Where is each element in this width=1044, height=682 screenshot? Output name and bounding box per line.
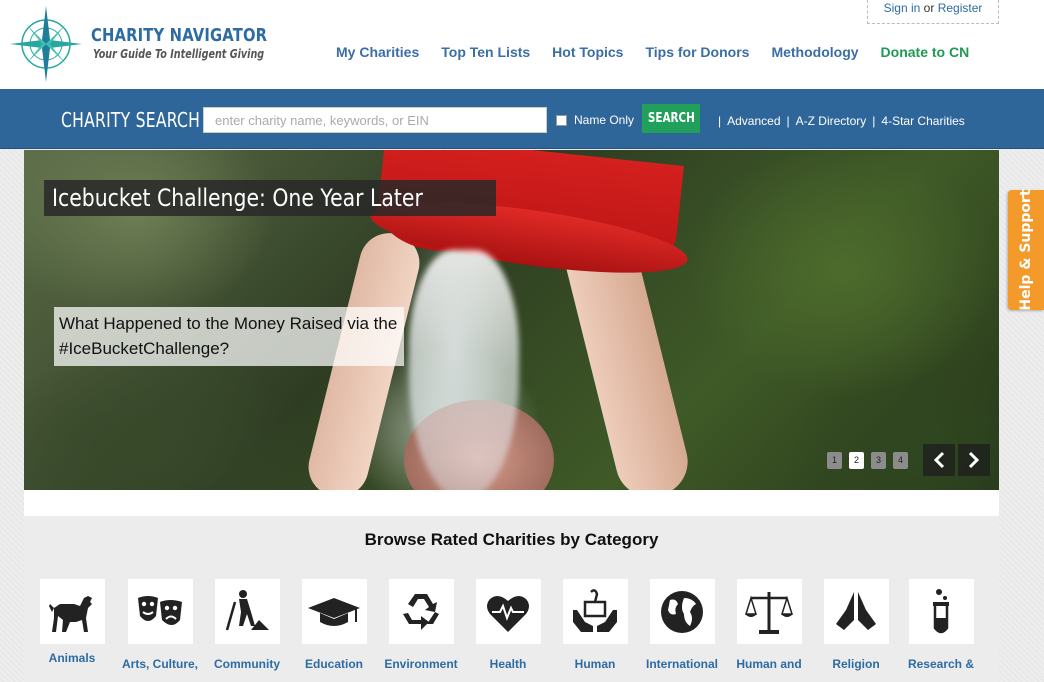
advanced-search-link[interactable]: Advanced (727, 114, 780, 128)
category-tile[interactable] (736, 579, 802, 644)
four-star-charities-link[interactable]: 4-Star Charities (881, 114, 964, 128)
slide-dot-1[interactable]: 1 (827, 451, 842, 469)
name-only-checkbox[interactable] (556, 114, 567, 126)
az-directory-link[interactable]: A-Z Directory (796, 114, 867, 128)
or-text: or (923, 1, 935, 15)
nav-tips-for-donors[interactable]: Tips for Donors (645, 44, 749, 60)
category-tile[interactable] (39, 579, 105, 644)
site-header: CHARITY NAVIGATOR Your Guide To Intellig… (0, 0, 1044, 89)
category-tile[interactable] (301, 579, 367, 644)
category-tile[interactable] (562, 579, 628, 644)
account-links: Sign in or Register (867, 0, 999, 24)
top-navigation: My Charities Top Ten Lists Hot Topics Ti… (336, 44, 991, 60)
nav-my-charities[interactable]: My Charities (336, 44, 419, 60)
category-arts-culture[interactable]: Arts, Culture, (122, 579, 198, 671)
compass-logo-icon (10, 6, 82, 82)
chevron-right-icon (968, 451, 980, 469)
signin-link[interactable]: Sign in (884, 1, 921, 15)
category-international[interactable]: International (646, 579, 718, 671)
category-tile[interactable] (475, 579, 541, 644)
category-tile[interactable] (823, 579, 889, 644)
category-label[interactable]: Research & (888, 657, 994, 671)
nav-methodology[interactable]: Methodology (771, 44, 858, 60)
category-religion[interactable]: Religion (823, 579, 889, 671)
category-community[interactable]: Community (214, 579, 280, 671)
logo[interactable]: CHARITY NAVIGATOR Your Guide To Intellig… (8, 4, 267, 82)
heart-pulse-icon (487, 595, 529, 632)
help-support-label: Help & Support (1018, 189, 1034, 311)
register-link[interactable]: Register (938, 1, 983, 15)
category-tile[interactable] (388, 579, 454, 644)
hero-image-water (409, 250, 519, 490)
help-support-tab[interactable]: Help & Support (1008, 189, 1044, 311)
nav-top-ten-lists[interactable]: Top Ten Lists (441, 44, 530, 60)
category-tile[interactable] (649, 579, 715, 644)
chevron-left-icon (933, 451, 945, 469)
divider: | (786, 114, 790, 128)
slide-dot-4[interactable]: 4 (893, 451, 908, 469)
nav-donate[interactable]: Donate to CN (881, 44, 970, 60)
nav-hot-topics[interactable]: Hot Topics (552, 44, 623, 60)
search-button-label: SEARCH (647, 111, 695, 126)
test-tube-icon (933, 588, 949, 633)
category-tile[interactable] (214, 579, 280, 644)
search-input[interactable] (203, 107, 547, 133)
logo-tagline: Your Guide To Intelligent Giving (93, 47, 265, 61)
prev-slide-button[interactable] (923, 444, 955, 476)
hero-title[interactable]: Icebucket Challenge: One Year Later (44, 180, 497, 216)
dog-icon (49, 595, 92, 632)
category-environment[interactable]: Environment (384, 579, 458, 671)
section-spacer (24, 490, 999, 516)
theater-masks-icon (138, 595, 182, 625)
browse-title: Browse Rated Charities by Category (364, 530, 659, 549)
globe-icon (661, 590, 703, 633)
praying-hands-icon (836, 591, 876, 630)
search-label: CHARITY SEARCH (61, 108, 201, 132)
category-health[interactable]: Health (475, 579, 541, 671)
logo-title: CHARITY NAVIGATOR (91, 25, 268, 46)
name-only-option[interactable]: Name Only (556, 113, 634, 127)
browse-categories: Browse Rated Charities by Category Anima… (24, 516, 999, 682)
charity-search-bar: CHARITY SEARCH Name Only SEARCH | Advance… (0, 89, 1044, 149)
category-human-civil-rights[interactable]: Human and (736, 579, 802, 671)
category-research-public-policy[interactable]: Research & (908, 579, 974, 671)
search-links: | Advanced | A-Z Directory | 4-Star Charities (712, 114, 965, 128)
name-only-label: Name Only (574, 113, 635, 127)
divider: | (718, 114, 722, 128)
slide-dot-3[interactable]: 3 (871, 451, 886, 469)
hero-caption[interactable]: What Happened to the Money Raised via th… (54, 307, 404, 366)
scales-icon (744, 591, 794, 634)
slide-dot-2[interactable]: 2 (849, 451, 864, 469)
recycle-icon (403, 593, 439, 630)
worker-shovel-icon (225, 589, 269, 630)
graduation-cap-icon (308, 597, 360, 626)
divider: | (872, 114, 876, 128)
search-button[interactable]: SEARCH (642, 104, 700, 133)
category-education[interactable]: Education (301, 579, 367, 671)
next-slide-button[interactable] (958, 444, 990, 476)
hero-slider[interactable]: Icebucket Challenge: One Year Later What… (24, 150, 999, 490)
hands-box-icon (573, 588, 617, 632)
category-human-services[interactable]: Human (562, 579, 628, 671)
slide-pager: 1 2 3 4 (820, 444, 915, 476)
category-animals[interactable]: Animals (39, 579, 105, 665)
category-tile[interactable] (127, 579, 193, 644)
category-tile[interactable] (908, 579, 974, 644)
